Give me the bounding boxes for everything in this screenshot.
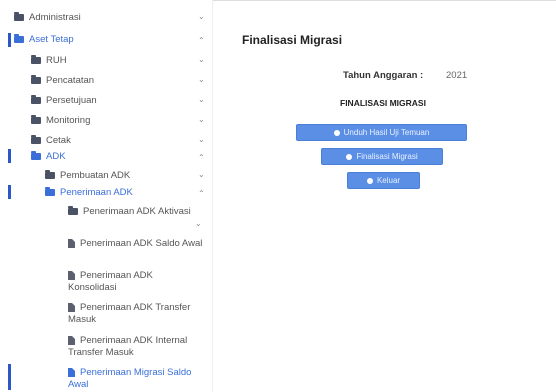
sidebar-item-pencatatan[interactable]: Pencatatan [31, 75, 94, 87]
document-icon [68, 239, 75, 248]
active-indicator [8, 185, 11, 199]
exit-icon [366, 177, 373, 184]
document-icon [68, 303, 75, 312]
chevron-up-icon[interactable]: ⌃ [198, 189, 205, 198]
finalisasi-migrasi-label: Finalisasi Migrasi [356, 152, 418, 161]
document-icon [68, 368, 75, 377]
sidebar-item-label: Penerimaan ADK Aktivasi [83, 206, 191, 217]
sidebar-item-label: Penerimaan Migrasi Saldo Awal [68, 367, 192, 390]
folder-icon [31, 55, 41, 64]
sidebar-item-pembuatan-adk[interactable]: Pembuatan ADK [45, 170, 130, 182]
folder-icon [14, 34, 24, 43]
chevron-down-icon[interactable]: ⌄ [198, 12, 205, 21]
sidebar-item-adk[interactable]: ADK [31, 151, 66, 163]
sidebar-item-label: ADK [46, 151, 66, 162]
sidebar-item-label: Administrasi [29, 12, 81, 23]
sidebar-item-label: Aset Tetap [29, 34, 74, 45]
download-icon [333, 129, 340, 136]
chevron-down-icon[interactable]: ⌄ [195, 219, 202, 228]
sidebar-item-persetujuan[interactable]: Persetujuan [31, 95, 97, 107]
chevron-down-icon[interactable]: ⌄ [198, 55, 205, 64]
sidebar-item-penerimaan-adk[interactable]: Penerimaan ADK [45, 187, 133, 199]
chevron-up-icon[interactable]: ⌃ [198, 153, 205, 162]
sidebar-item-aset-tetap[interactable]: Aset Tetap [14, 34, 74, 46]
folder-icon [31, 95, 41, 104]
active-indicator [8, 33, 11, 47]
sidebar-item-label: Pembuatan ADK [60, 170, 131, 181]
check-icon [346, 153, 353, 160]
unduh-hasil-label: Unduh Hasil Uji Temuan [343, 128, 430, 137]
chevron-down-icon[interactable]: ⌄ [198, 135, 205, 144]
folder-icon [31, 75, 41, 84]
sidebar-item-label: Monitoring [46, 115, 91, 126]
folder-icon [45, 170, 55, 179]
folder-icon [45, 187, 55, 196]
folder-icon [31, 135, 41, 144]
sidebar-item-label: Penerimaan ADK Transfer Masuk [68, 302, 191, 325]
sidebar-item-label: Penerimaan ADK Konsolidasi [68, 270, 153, 293]
sidebar-item-penerimaan-migrasi-saldo-awal[interactable]: Penerimaan Migrasi Saldo Awal [68, 367, 203, 391]
folder-icon [31, 115, 41, 124]
active-indicator [8, 149, 11, 163]
sidebar-item-label: Penerimaan ADK [60, 187, 133, 198]
sidebar-item-penerimaan-adk-transfer-masuk[interactable]: Penerimaan ADK Transfer Masuk [68, 302, 203, 326]
section-heading: FINALISASI MIGRASI [340, 98, 426, 108]
sidebar-item-penerimaan-adk-saldo-awal[interactable]: Penerimaan ADK Saldo Awal [68, 238, 203, 250]
chevron-down-icon[interactable]: ⌄ [198, 75, 205, 84]
keluar-button[interactable]: Keluar [347, 172, 420, 189]
chevron-down-icon[interactable]: ⌄ [198, 170, 205, 179]
sidebar-item-penerimaan-adk-aktivasi[interactable]: Penerimaan ADK Aktivasi [68, 206, 191, 218]
sidebar-item-label: Penerimaan ADK Saldo Awal [80, 238, 203, 249]
sidebar-item-label: Persetujuan [46, 95, 97, 106]
folder-icon [31, 151, 41, 160]
sidebar-item-label: Pencatatan [46, 75, 95, 86]
tahun-anggaran-label: Tahun Anggaran : [343, 70, 424, 81]
chevron-down-icon[interactable]: ⌄ [198, 115, 205, 124]
folder-icon [68, 206, 78, 215]
chevron-up-icon[interactable]: ⌃ [198, 36, 205, 45]
finalisasi-migrasi-button[interactable]: Finalisasi Migrasi [321, 148, 443, 165]
tahun-anggaran-value: 2021 [446, 70, 468, 81]
sidebar: Administrasi ⌄ Aset Tetap ⌃ RUH ⌄ Pencat… [0, 0, 213, 392]
keluar-label: Keluar [376, 176, 401, 185]
chevron-down-icon[interactable]: ⌄ [198, 95, 205, 104]
sidebar-item-label: Penerimaan ADK Internal Transfer Masuk [68, 335, 188, 358]
unduh-hasil-button[interactable]: Unduh Hasil Uji Temuan [296, 124, 467, 141]
sidebar-item-label: Cetak [46, 135, 71, 146]
sidebar-item-penerimaan-adk-internal-transfer-masuk[interactable]: Penerimaan ADK Internal Transfer Masuk [68, 335, 203, 359]
sidebar-item-administrasi[interactable]: Administrasi [14, 12, 81, 24]
sidebar-item-ruh[interactable]: RUH [31, 55, 67, 67]
document-icon [68, 271, 75, 280]
folder-icon [14, 12, 24, 21]
page-title: Finalisasi Migrasi [242, 33, 343, 47]
active-indicator [8, 364, 11, 390]
document-icon [68, 336, 75, 345]
sidebar-item-monitoring[interactable]: Monitoring [31, 115, 90, 127]
sidebar-item-cetak[interactable]: Cetak [31, 135, 71, 147]
sidebar-item-penerimaan-adk-konsolidasi[interactable]: Penerimaan ADK Konsolidasi [68, 270, 203, 294]
sidebar-item-label: RUH [46, 55, 67, 66]
